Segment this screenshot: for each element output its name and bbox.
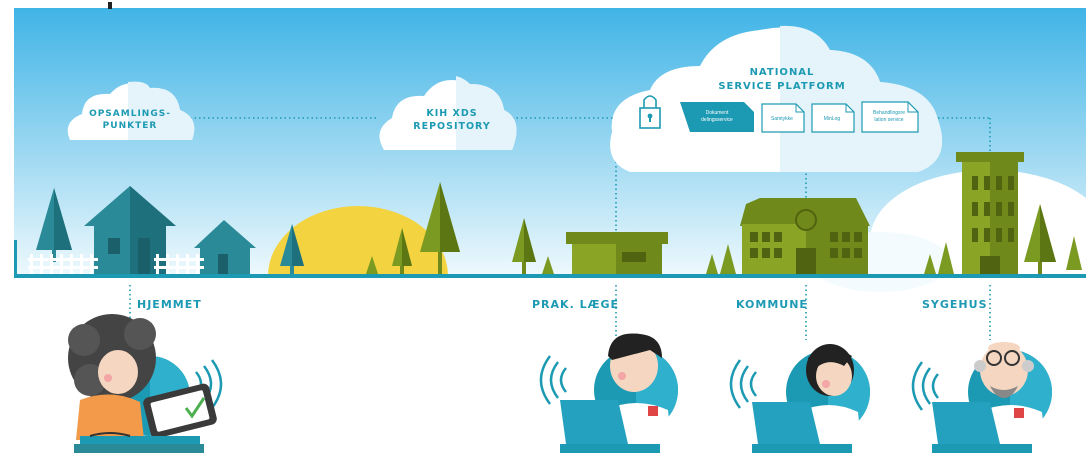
patient-with-tablet: [68, 314, 223, 453]
cloud-nsp-line1: NATIONAL: [750, 67, 815, 78]
cloud-opsamling-line2: PUNKTER: [103, 121, 158, 131]
wifi-icon: [729, 359, 757, 409]
location-label-sygehus: SYGEHUS: [922, 298, 988, 311]
network-diagram: OPSAMLINGS- PUNKTER KIH XDS REPOSITORY N…: [14, 2, 1086, 453]
service-dokument-l1: Dokument: [706, 110, 729, 116]
ground-left-edge: [14, 240, 17, 274]
building-kommune: [740, 198, 870, 274]
corner-marker: [108, 2, 112, 9]
wifi-icon: [539, 355, 567, 405]
document-icon: Samtykke: [761, 103, 805, 133]
service-dokument-l2: delingsservice: [701, 117, 733, 123]
doctor-prak-laege: [539, 333, 678, 453]
ground: [14, 274, 1086, 278]
cloud-kih-line1: KIH XDS: [426, 108, 477, 119]
building-sygehus: [956, 152, 1024, 274]
service-samtykke: Samtykke: [771, 116, 793, 122]
document-icon: Behandlingsre lation service: [861, 101, 919, 133]
nurse-kommune: [729, 344, 870, 453]
building-praktiserende-laege: [566, 232, 668, 274]
document-icon: MinLog: [811, 103, 855, 133]
cloud-kih-line2: REPOSITORY: [413, 121, 490, 132]
location-label-hjemmet: HJEMMET: [137, 298, 202, 311]
location-label-prak-laege: PRAK. LÆGE: [532, 298, 620, 311]
service-behandling-l2: lation service: [874, 117, 903, 123]
cloud-nsp-line2: SERVICE PLATFORM: [718, 81, 845, 92]
service-minlog: MinLog: [824, 116, 841, 122]
doctor-sygehus: [911, 342, 1052, 453]
cloud-opsamling-line1: OPSAMLINGS-: [89, 109, 171, 119]
document-icon: Dokument delingsservice: [680, 102, 754, 132]
service-behandling-l1: Behandlingsre: [873, 110, 905, 116]
location-label-kommune: KOMMUNE: [736, 298, 808, 311]
